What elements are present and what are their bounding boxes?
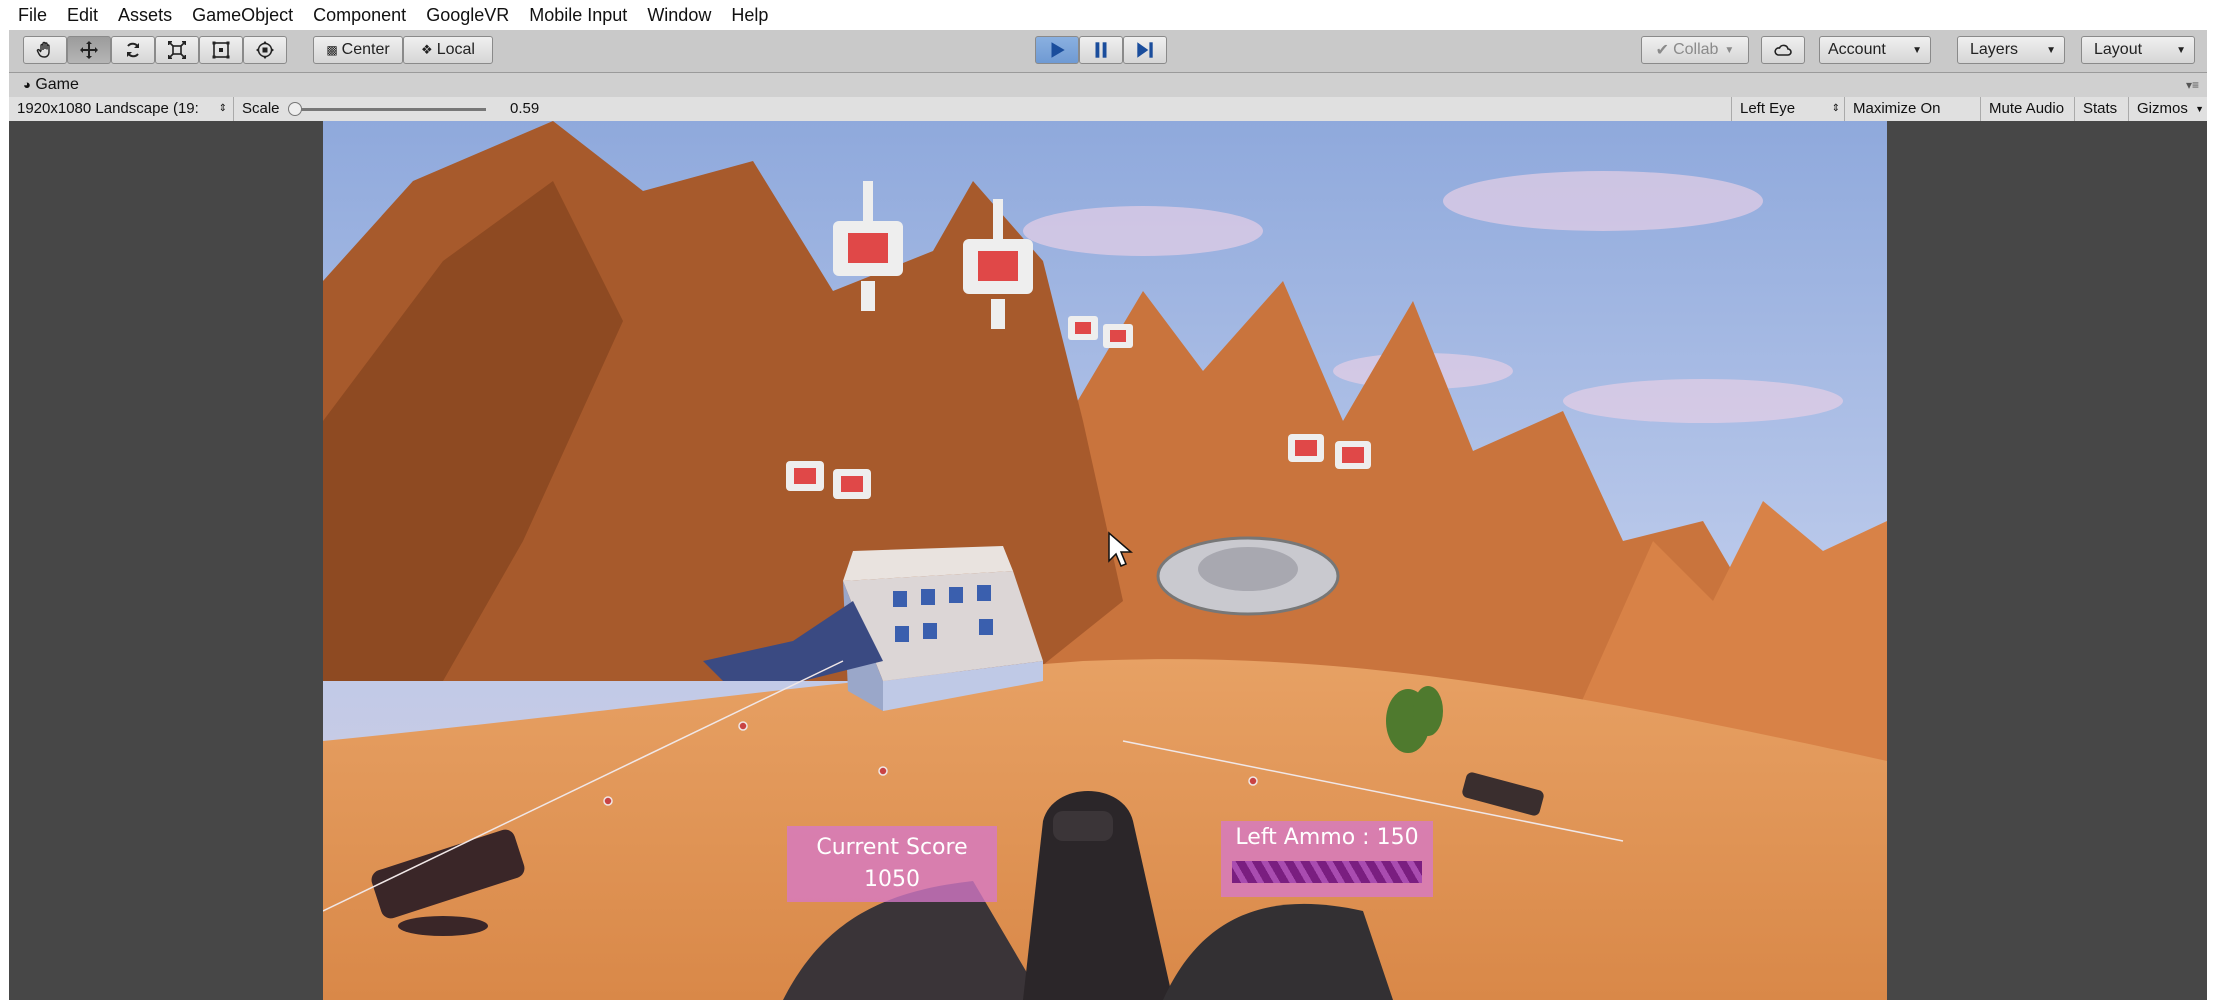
account-dropdown[interactable]: Account ▼ xyxy=(1819,36,1931,64)
menu-bar: File Edit Assets GameObject Component Go… xyxy=(0,0,2216,30)
chevron-down-icon: ▼ xyxy=(2176,44,2186,56)
menu-window[interactable]: Window xyxy=(637,0,721,30)
layers-label: Layers xyxy=(1970,41,2019,58)
cloud-icon xyxy=(1774,44,1792,56)
spaceship xyxy=(1156,536,1340,616)
move-arrows-icon xyxy=(80,41,98,59)
hand-icon xyxy=(36,41,50,58)
gizmos-label: Gizmos xyxy=(2137,100,2188,117)
chevron-down-icon: ▼ xyxy=(1724,44,1735,56)
rotate-icon xyxy=(127,42,139,58)
game-tab-label: Game xyxy=(35,76,79,93)
eye-label: Left Eye xyxy=(1740,100,1796,117)
rotate-tool-button[interactable] xyxy=(111,36,155,64)
mute-audio-toggle[interactable]: Mute Audio xyxy=(1981,97,2075,121)
layout-label: Layout xyxy=(2094,41,2143,58)
step-icon xyxy=(1137,42,1153,58)
transform-icon xyxy=(256,41,274,59)
layout-dropdown[interactable]: Layout ▼ xyxy=(2081,36,2195,64)
menu-mobile-input[interactable]: Mobile Input xyxy=(519,0,637,30)
panel-menu-icon[interactable]: ▾≡ xyxy=(2186,78,2199,92)
game-options-bar: 1920x1080 Landscape (19: ⇕ Scale 0.59 Le… xyxy=(9,97,2207,141)
hand-tool-button[interactable] xyxy=(23,36,67,64)
score-value: 1050 xyxy=(864,867,920,892)
cloud-button[interactable] xyxy=(1761,36,1805,64)
pivot-local-label: Local xyxy=(436,41,475,58)
pause-button[interactable] xyxy=(1079,36,1123,64)
stats-toggle[interactable]: Stats xyxy=(2075,97,2129,121)
layers-dropdown[interactable]: Layers ▼ xyxy=(1957,36,2065,64)
pivot-center-button[interactable]: ▩ Center xyxy=(313,36,403,64)
menu-help[interactable]: Help xyxy=(721,0,778,30)
rect-tool-icon xyxy=(212,41,230,59)
scale-value: 0.59 xyxy=(510,100,540,117)
maximize-on-play-toggle[interactable]: Maximize On Play xyxy=(1845,97,1981,141)
collab-dropdown[interactable]: ✔ Collab ▼ xyxy=(1641,36,1749,64)
center-pivot-icon: ▩ xyxy=(326,43,338,57)
local-space-icon: ❖ xyxy=(421,42,433,57)
pause-icon xyxy=(1095,42,1107,58)
resolution-label: 1920x1080 Landscape (19: xyxy=(17,100,199,117)
menu-assets[interactable]: Assets xyxy=(108,0,182,30)
scale-icon xyxy=(168,41,186,59)
collab-label: Collab xyxy=(1673,41,1719,58)
gizmos-dropdown[interactable]: Gizmos ▼ xyxy=(2129,97,2207,121)
pivot-local-button[interactable]: ❖ Local xyxy=(403,36,493,64)
play-button[interactable] xyxy=(1035,36,1079,64)
menu-component[interactable]: Component xyxy=(303,0,416,30)
resolution-dropdown[interactable]: 1920x1080 Landscape (19: ⇕ xyxy=(9,97,234,121)
mute-label: Mute Audio xyxy=(1989,100,2065,117)
main-toolbar: ▩ Center ❖ Local ✔ Collab ▼ Account ▼ La… xyxy=(9,30,2207,73)
pivot-center-label: Center xyxy=(341,41,390,58)
scale-slider[interactable] xyxy=(288,102,486,116)
game-controller-icon: ◕ xyxy=(23,77,31,92)
ammo-bar xyxy=(1232,861,1422,883)
score-panel: Current Score 1050 xyxy=(787,826,997,902)
scale-slider-handle[interactable] xyxy=(288,102,302,116)
menu-googlevr[interactable]: GoogleVR xyxy=(416,0,519,30)
step-button[interactable] xyxy=(1123,36,1167,64)
chevron-down-icon: ▼ xyxy=(1912,44,1922,56)
ammo-panel: Left Ammo : 150 xyxy=(1221,821,1433,897)
scale-tool-button[interactable] xyxy=(155,36,199,64)
score-label: Current Score xyxy=(816,835,968,860)
game-tab-header: ◕ Game ▾≡ xyxy=(9,73,2207,98)
check-icon: ✔ xyxy=(1655,42,1670,59)
menu-file[interactable]: File xyxy=(0,0,57,30)
account-label: Account xyxy=(1828,41,1886,58)
ammo-label: Left Ammo : 150 xyxy=(1235,825,1419,850)
scale-label: Scale xyxy=(242,100,280,117)
game-view[interactable]: Current Score 1050 Left Ammo : 150 xyxy=(9,121,2207,1000)
chevron-down-icon: ▼ xyxy=(2195,104,2204,114)
menu-edit[interactable]: Edit xyxy=(57,0,108,30)
transform-tool-button[interactable] xyxy=(243,36,287,64)
scene-illustration xyxy=(323,121,1887,1000)
rect-tool-button[interactable] xyxy=(199,36,243,64)
scale-control: Scale 0.59 xyxy=(234,97,564,121)
move-tool-button[interactable] xyxy=(67,36,111,64)
game-scene[interactable]: Current Score 1050 Left Ammo : 150 xyxy=(323,121,1887,1000)
eye-dropdown[interactable]: Left Eye ⇕ xyxy=(1731,97,1845,121)
stats-label: Stats xyxy=(2083,100,2118,117)
play-icon xyxy=(1051,42,1065,58)
dropdown-arrows-icon: ⇕ xyxy=(218,103,227,114)
menu-gameobject[interactable]: GameObject xyxy=(182,0,303,30)
chevron-down-icon: ▼ xyxy=(2046,44,2056,56)
game-tab[interactable]: ◕ Game xyxy=(9,76,79,94)
dropdown-arrows-icon: ⇕ xyxy=(1831,103,1840,114)
